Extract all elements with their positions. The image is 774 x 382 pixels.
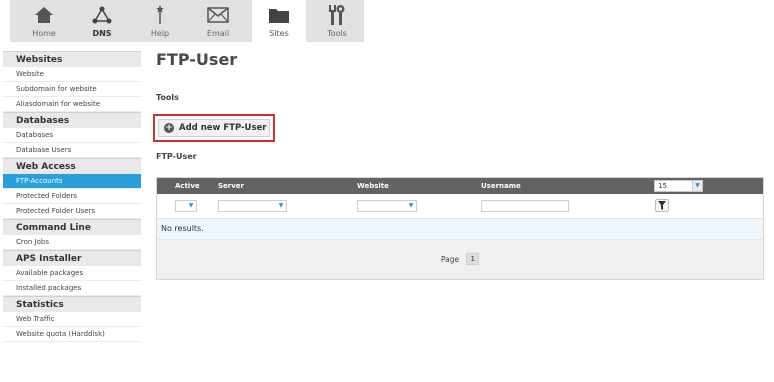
dns-icon bbox=[76, 4, 128, 26]
sidebar-section-websites: Websites bbox=[3, 51, 141, 67]
page-size-select[interactable]: 15 ▼ bbox=[654, 180, 703, 192]
page-size-value: 15 bbox=[658, 182, 667, 190]
tab-sites[interactable]: Sites bbox=[252, 0, 306, 42]
sidebar-item-website-quota[interactable]: Website quota (Harddisk) bbox=[3, 327, 141, 342]
tab-tools-label: Tools bbox=[327, 29, 347, 38]
sidebar-item-web-traffic[interactable]: Web Traffic bbox=[3, 312, 141, 327]
sidebar-section-command-line: Command Line bbox=[3, 219, 141, 235]
sidebar-item-protected-folders[interactable]: Protected Folders bbox=[3, 189, 141, 204]
main-content: FTP-User Tools + Add new FTP-User FTP-Us… bbox=[153, 48, 768, 280]
tools-icon bbox=[311, 4, 363, 26]
page-number-button[interactable]: 1 bbox=[466, 253, 480, 265]
column-header-website[interactable]: Website bbox=[357, 178, 389, 194]
sidebar-item-website[interactable]: Website bbox=[3, 67, 141, 82]
tab-email[interactable]: Email bbox=[192, 0, 244, 42]
sidebar-item-installed-packages[interactable]: Installed packages bbox=[3, 281, 141, 296]
tab-dns[interactable]: DNS bbox=[76, 0, 128, 42]
sidebar-section-aps-installer: APS Installer bbox=[3, 250, 141, 266]
sidebar-item-available-packages[interactable]: Available packages bbox=[3, 266, 141, 281]
filter-row: ▼ ▼ ▼ bbox=[157, 194, 763, 218]
email-icon bbox=[192, 4, 244, 26]
chevron-down-icon: ▼ bbox=[188, 202, 194, 209]
filter-funnel-icon bbox=[658, 201, 666, 210]
tab-help[interactable]: Help bbox=[134, 0, 186, 42]
column-header-username[interactable]: Username bbox=[481, 178, 521, 194]
username-filter-input[interactable] bbox=[481, 200, 569, 212]
column-header-active[interactable]: Active bbox=[175, 178, 200, 194]
server-filter-select[interactable]: ▼ bbox=[218, 200, 287, 212]
help-icon bbox=[134, 4, 186, 26]
sidebar-item-ftp-accounts[interactable]: FTP-Accounts bbox=[3, 174, 141, 189]
add-ftp-user-button-label: Add new FTP-User bbox=[179, 123, 267, 133]
chevron-down-icon: ▼ bbox=[692, 181, 702, 191]
website-filter-select[interactable]: ▼ bbox=[357, 200, 417, 212]
page-title: FTP-User bbox=[156, 50, 238, 69]
sidebar-item-subdomain[interactable]: Subdomain for website bbox=[3, 82, 141, 97]
column-header-server[interactable]: Server bbox=[218, 178, 244, 194]
tab-home-label: Home bbox=[32, 29, 56, 38]
add-button-highlight: + Add new FTP-User bbox=[153, 114, 275, 142]
plus-circle-icon: + bbox=[164, 123, 174, 133]
table-header: Active Server Website Username 15 ▼ bbox=[157, 178, 763, 194]
tab-sites-label: Sites bbox=[269, 29, 289, 38]
tab-tools[interactable]: Tools bbox=[311, 0, 363, 42]
sidebar: Websites Website Subdomain for website A… bbox=[3, 51, 141, 342]
sidebar-section-databases: Databases bbox=[3, 112, 141, 128]
tab-home[interactable]: Home bbox=[18, 0, 70, 42]
active-filter-select[interactable]: ▼ bbox=[175, 200, 197, 212]
list-heading: FTP-User bbox=[156, 152, 197, 161]
ftp-user-table: Active Server Website Username 15 ▼ ▼ ▼ … bbox=[156, 177, 764, 280]
sidebar-item-protected-folder-users[interactable]: Protected Folder Users bbox=[3, 204, 141, 219]
sites-folder-icon bbox=[252, 4, 306, 26]
add-ftp-user-button[interactable]: + Add new FTP-User bbox=[158, 119, 270, 137]
top-navigation: Home DNS Help Email Sites Tools bbox=[0, 0, 774, 42]
sidebar-item-cron-jobs[interactable]: Cron Jobs bbox=[3, 235, 141, 250]
sidebar-section-web-access: Web Access bbox=[3, 158, 141, 174]
filter-button[interactable] bbox=[655, 199, 669, 212]
empty-results-row: No results. bbox=[157, 218, 763, 240]
tools-heading: Tools bbox=[156, 93, 179, 102]
tab-help-label: Help bbox=[150, 29, 170, 38]
chevron-down-icon: ▼ bbox=[408, 202, 414, 209]
sidebar-section-statistics: Statistics bbox=[3, 296, 141, 312]
pagination: Page 1 bbox=[441, 253, 480, 265]
page-label: Page bbox=[441, 254, 460, 264]
home-icon bbox=[18, 4, 70, 26]
sidebar-item-database-users[interactable]: Database Users bbox=[3, 143, 141, 158]
sidebar-item-databases[interactable]: Databases bbox=[3, 128, 141, 143]
table-footer: Page 1 bbox=[157, 240, 763, 279]
chevron-down-icon: ▼ bbox=[278, 202, 284, 209]
tab-email-label: Email bbox=[206, 29, 230, 38]
sidebar-item-aliasdomain[interactable]: Aliasdomain for website bbox=[3, 97, 141, 112]
tab-dns-label: DNS bbox=[92, 29, 112, 38]
